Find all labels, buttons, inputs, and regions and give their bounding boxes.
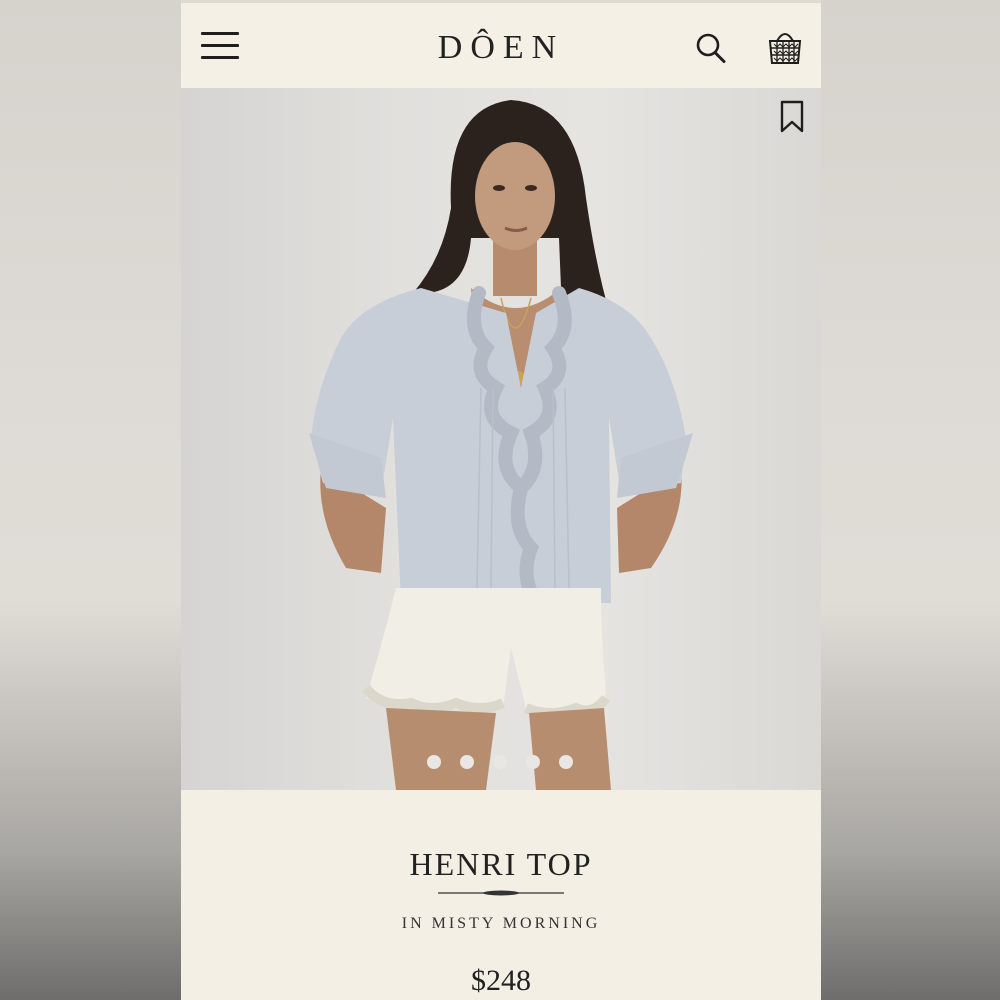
product-image[interactable]	[181, 88, 821, 790]
model-illustration	[309, 100, 693, 790]
carousel-dots	[427, 755, 577, 769]
backdrop-right	[821, 0, 1000, 1000]
carousel-dot-1[interactable]	[427, 755, 441, 769]
carousel-dot-4[interactable]	[526, 755, 540, 769]
search-icon[interactable]	[693, 31, 729, 67]
shopping-basket-icon[interactable]	[765, 27, 805, 67]
backdrop-left	[0, 0, 181, 1000]
ornamental-divider	[438, 890, 564, 896]
hamburger-menu-icon[interactable]	[199, 30, 241, 62]
carousel-dot-3[interactable]	[493, 755, 507, 769]
top-header: DÔEN	[181, 0, 821, 88]
bookmark-icon[interactable]	[779, 100, 805, 134]
product-price: $248	[471, 964, 531, 997]
product-title: HENRI TOP	[409, 846, 593, 882]
carousel-dot-5[interactable]	[559, 755, 573, 769]
product-color: IN MISTY MORNING	[401, 915, 601, 932]
brand-logo[interactable]: DÔEN	[361, 29, 641, 67]
phone-screen: DÔEN HENRI TOP IN MISTY MORNING $248	[181, 0, 821, 1000]
product-info: HENRI TOP IN MISTY MORNING $248	[181, 790, 821, 1000]
carousel-dot-2[interactable]	[460, 755, 474, 769]
